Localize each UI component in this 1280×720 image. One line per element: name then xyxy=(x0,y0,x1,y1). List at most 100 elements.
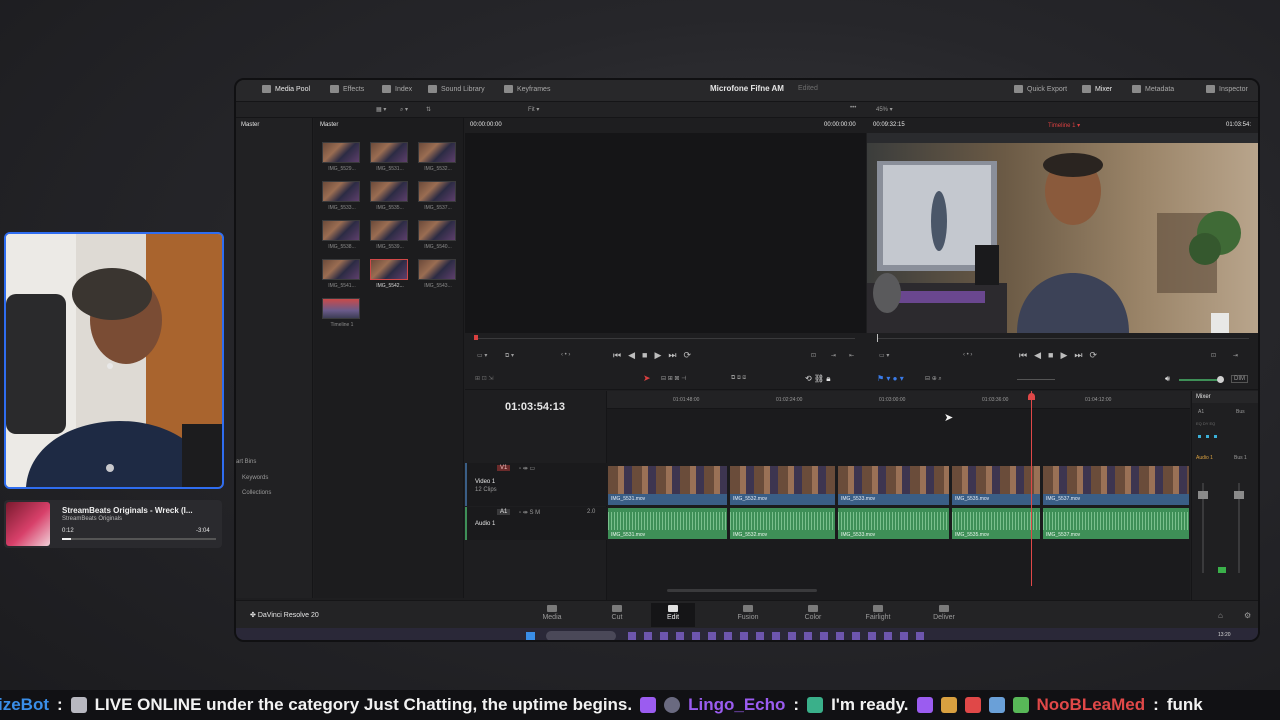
mixer-tab[interactable]: Mixer xyxy=(1082,85,1112,93)
page-tab-fairlight[interactable]: Fairlight xyxy=(858,605,898,621)
audio-track-header[interactable]: A1 ▫ ⇹ S M 2.0 Audio 1 xyxy=(465,507,607,540)
home-icon[interactable]: ⌂ xyxy=(1218,611,1223,620)
track-lock-icons[interactable]: ▫ ⇹ ▭ xyxy=(519,465,535,472)
quick-export-button[interactable]: Quick Export xyxy=(1014,85,1067,93)
program-scrubber[interactable] xyxy=(867,333,1258,345)
timeline-area[interactable]: 01:01:48:00 01:02:24:00 01:03:00:00 01:0… xyxy=(607,391,1190,600)
next-edit-icon[interactable]: ⇥ xyxy=(1233,352,1238,359)
timeline-playhead[interactable] xyxy=(1031,391,1032,586)
zoom-tools-icons[interactable]: ⊟ ⊕ ⌕ xyxy=(925,375,942,383)
transport-buttons[interactable]: ⏮◀■▶⏭⟳ xyxy=(613,350,698,361)
track-badge-v1[interactable]: V1 xyxy=(497,465,511,471)
viewer-mode-icon[interactable]: ▭ ▾ xyxy=(879,352,889,359)
settings-gear-icon[interactable]: ⚙ xyxy=(1244,611,1251,620)
page-tab-color[interactable]: Color xyxy=(793,605,833,621)
audio-clip[interactable]: IMG_5531.mov xyxy=(607,507,728,540)
match-frame-icon[interactable]: ⊡ xyxy=(811,352,816,359)
volume-knob[interactable] xyxy=(1217,376,1224,383)
master-volume-slider[interactable] xyxy=(1179,379,1219,381)
selection-tool-icon[interactable]: ➤ xyxy=(643,373,651,384)
list-view-icon[interactable]: ▦ ▾ xyxy=(376,106,386,113)
jog-icon[interactable]: ‹ • › xyxy=(963,352,972,358)
video-clip[interactable]: IMG_5533.mov xyxy=(837,465,950,506)
timeline-zoom-slider[interactable] xyxy=(1017,379,1055,380)
taskbar-app-icons[interactable] xyxy=(628,632,928,640)
speaker-icon[interactable]: 🔊︎ xyxy=(1165,374,1170,384)
flag-marker-icons[interactable]: ⚑ ▾ ● ▾ xyxy=(877,374,904,383)
effects-tab[interactable]: Effects xyxy=(330,85,364,93)
clip-thumbnail[interactable]: IMG_5532... xyxy=(418,142,458,172)
overwrite-tools-icons[interactable]: ⧉ ⧈ ⧇ xyxy=(731,375,746,382)
page-tab-media[interactable]: Media xyxy=(532,605,572,621)
transport-buttons[interactable]: ⏮◀■▶⏭⟳ xyxy=(1019,350,1104,361)
index-tab[interactable]: Index xyxy=(382,85,412,93)
audio-clip[interactable]: IMG_5532.mov xyxy=(729,507,836,540)
mixer-eq-buttons[interactable]: EQ DY EQ xyxy=(1196,421,1215,426)
taskbar-search[interactable] xyxy=(546,631,616,640)
jog-icon[interactable]: ‹ • › xyxy=(561,352,570,358)
clip-thumbnail[interactable]: IMG_5538... xyxy=(322,220,362,250)
source-playhead[interactable] xyxy=(474,335,478,340)
keywords-bin[interactable]: Keywords xyxy=(242,475,268,481)
clip-thumbnail-selected[interactable]: IMG_5542... xyxy=(370,259,410,289)
source-viewer[interactable] xyxy=(465,133,866,333)
audio-track-controls[interactable]: ▫ ⇹ S M xyxy=(519,509,540,516)
source-scrubber[interactable] xyxy=(465,333,866,345)
audio-clip[interactable]: IMG_5535.mov xyxy=(951,507,1041,540)
page-tab-fusion[interactable]: Fusion xyxy=(728,605,768,621)
trim-tools-icons[interactable]: ⊟ ⊞ ⊠ ⊣ xyxy=(661,375,686,382)
video-clip[interactable]: IMG_5532.mov xyxy=(729,465,836,506)
sort-icon[interactable]: ⇅ xyxy=(426,106,431,113)
smart-bins-header[interactable]: art Bins xyxy=(236,459,256,465)
program-scrub-head[interactable] xyxy=(877,334,878,342)
playhead-handle[interactable] xyxy=(1028,393,1035,400)
clip-options-icon[interactable]: ⧉ ▾ xyxy=(505,352,514,360)
fit-dropdown[interactable]: Fit ▾ xyxy=(528,106,539,113)
search-icon[interactable]: ⌕ ▾ xyxy=(400,106,408,114)
clip-thumbnail[interactable]: IMG_5533... xyxy=(322,181,362,211)
clip-thumbnail[interactable]: IMG_5535... xyxy=(370,181,410,211)
media-pool-tab[interactable]: Media Pool xyxy=(262,85,310,93)
page-tab-deliver[interactable]: Deliver xyxy=(924,605,964,621)
fader-a1[interactable] xyxy=(1198,491,1208,499)
insert-clip-icons[interactable]: ⊞ ⊡ ⇲ xyxy=(475,375,493,382)
timeline-name-dropdown[interactable]: Timeline 1 ▾ xyxy=(1048,122,1080,129)
video-clip[interactable]: IMG_5535.mov xyxy=(951,465,1041,506)
mark-out-icon[interactable]: ⇤ xyxy=(849,352,854,359)
video-clip[interactable]: IMG_5531.mov xyxy=(607,465,728,506)
program-viewer[interactable] xyxy=(867,133,1258,333)
timeline-scrollbar[interactable] xyxy=(667,589,817,592)
metadata-tab[interactable]: Metadata xyxy=(1132,85,1174,93)
keyframes-tab[interactable]: Keyframes xyxy=(504,85,550,93)
zoom-dropdown[interactable]: 45% ▾ xyxy=(876,106,893,113)
fader-bus[interactable] xyxy=(1234,491,1244,499)
snapping-icon[interactable]: ⟲ ⛓ 🔒︎ xyxy=(805,374,831,384)
timeline-thumbnail[interactable]: Timeline 1 xyxy=(322,298,362,328)
audio-clip[interactable]: IMG_5537.mov xyxy=(1042,507,1190,540)
track-badge-a1[interactable]: A1 xyxy=(497,509,511,515)
more-options-icon[interactable]: ••• xyxy=(850,105,856,111)
mark-in-icon[interactable]: ⇥ xyxy=(831,352,836,359)
sound-library-tab[interactable]: Sound Library xyxy=(428,85,485,93)
dim-button[interactable]: DIM xyxy=(1231,375,1248,383)
start-menu-icon[interactable] xyxy=(526,632,535,640)
master-bin[interactable]: Master xyxy=(236,118,312,132)
viewer-mode-icon[interactable]: ▭ ▾ xyxy=(477,352,487,359)
audio-clip[interactable]: IMG_5533.mov xyxy=(837,507,950,540)
clips-header: Master xyxy=(320,122,339,128)
collections-bin[interactable]: Collections xyxy=(242,490,271,496)
clip-thumbnail[interactable]: IMG_5537... xyxy=(418,181,458,211)
clip-thumbnail[interactable]: IMG_5529... xyxy=(322,142,362,172)
clip-thumbnail[interactable]: IMG_5541... xyxy=(322,259,362,289)
timeline-ruler[interactable]: 01:01:48:00 01:02:24:00 01:03:00:00 01:0… xyxy=(607,391,1190,409)
clip-thumbnail[interactable]: IMG_5531... xyxy=(370,142,410,172)
inspector-tab[interactable]: Inspector xyxy=(1206,85,1248,93)
page-tab-edit[interactable]: Edit xyxy=(651,603,695,627)
video-track-header[interactable]: V1 ▫ ⇹ ▭ Video 1 12 Clips xyxy=(465,463,607,506)
clip-thumbnail[interactable]: IMG_5543... xyxy=(418,259,458,289)
page-tab-cut[interactable]: Cut xyxy=(597,605,637,621)
fullscreen-icon[interactable]: ⊡ xyxy=(1211,352,1216,359)
clip-thumbnail[interactable]: IMG_5540... xyxy=(418,220,458,250)
video-clip[interactable]: IMG_5537.mov xyxy=(1042,465,1190,506)
clip-thumbnail[interactable]: IMG_5539... xyxy=(370,220,410,250)
